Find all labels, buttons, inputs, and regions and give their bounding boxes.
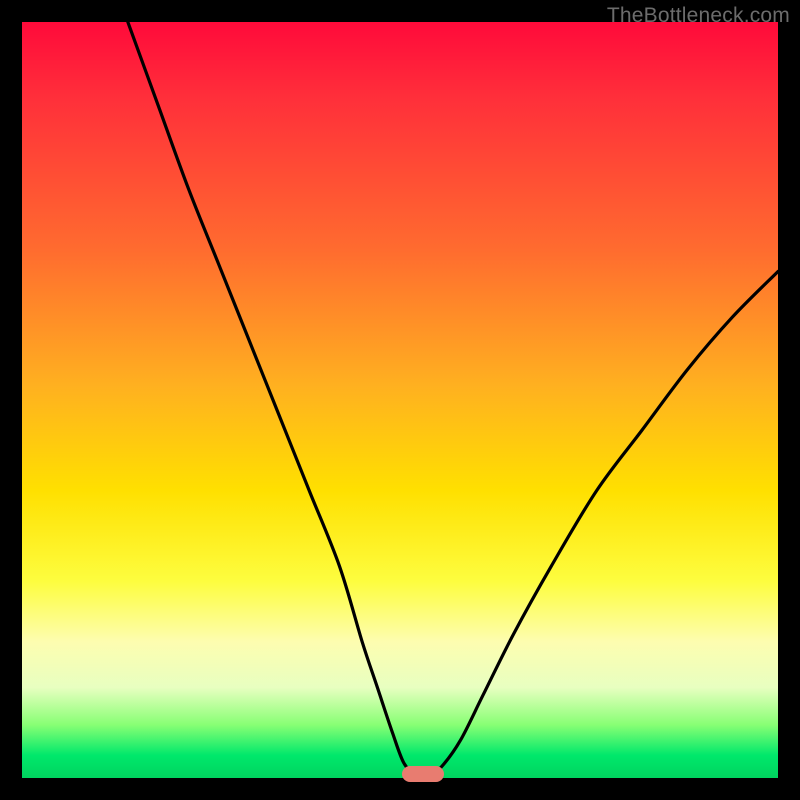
chart-frame: TheBottleneck.com <box>0 0 800 800</box>
bottleneck-curve <box>128 22 778 775</box>
plot-area <box>22 22 778 778</box>
optimal-marker <box>402 766 444 782</box>
curve-svg <box>22 22 778 778</box>
